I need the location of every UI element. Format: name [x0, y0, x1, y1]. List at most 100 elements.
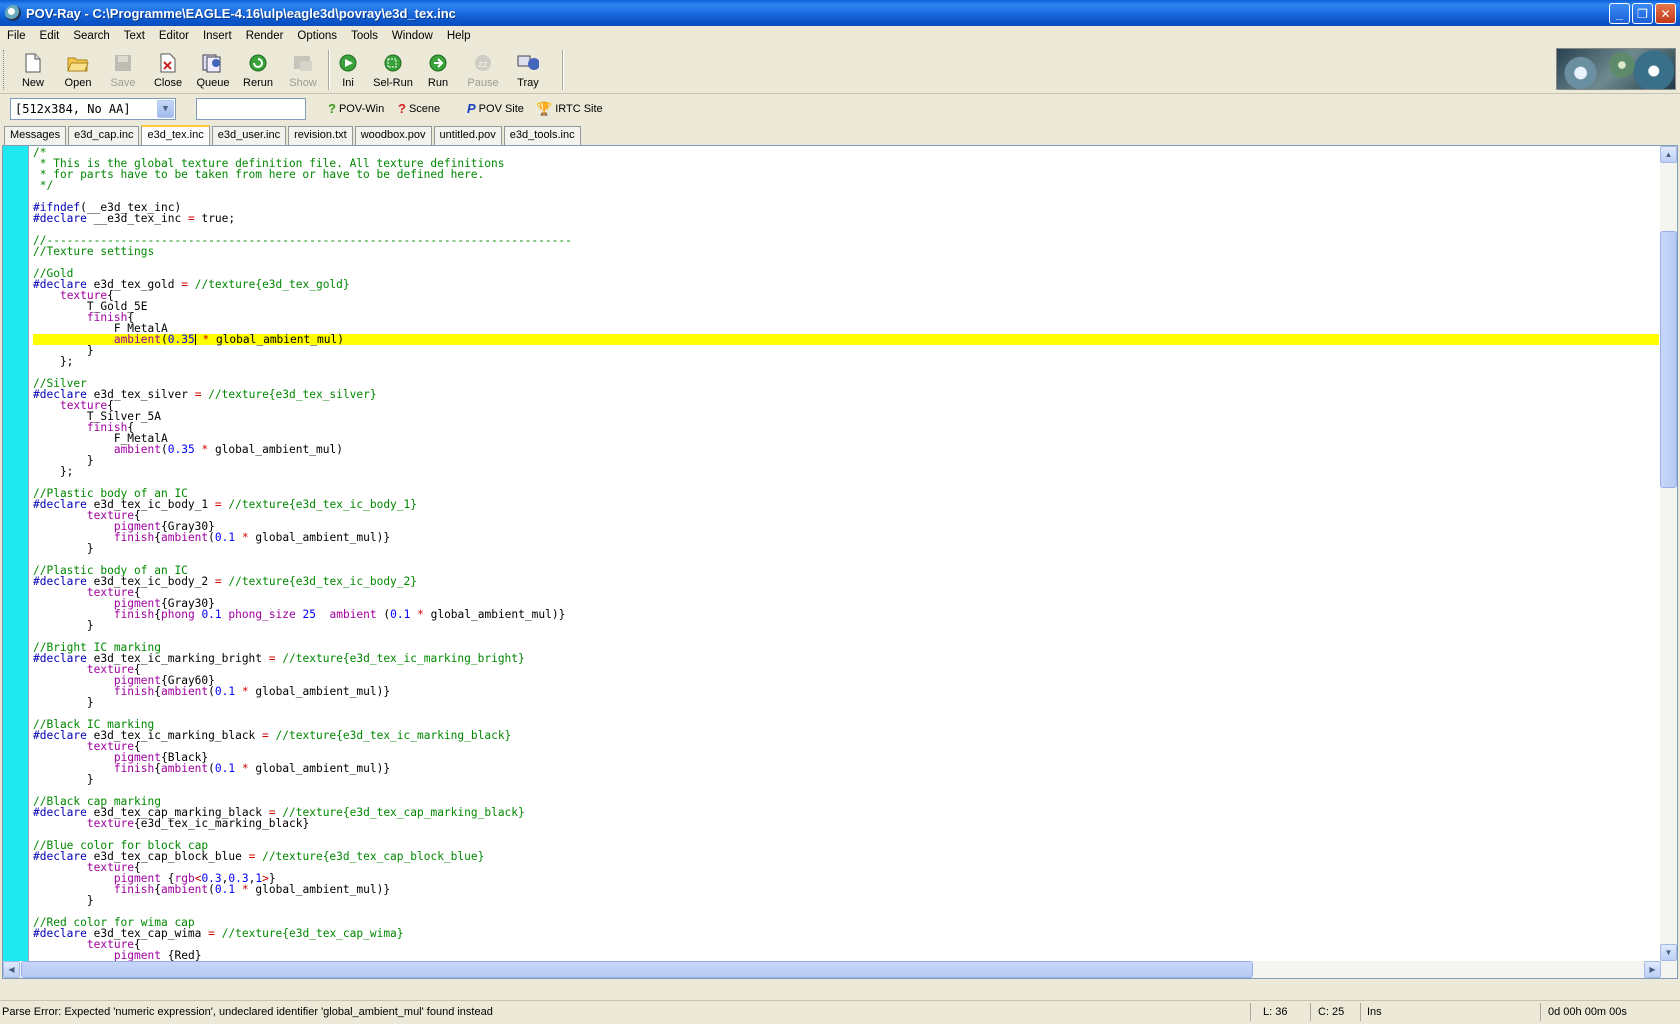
- menu-text[interactable]: Text: [117, 30, 152, 42]
- code-line[interactable]: ​: [33, 191, 1659, 202]
- code-line[interactable]: #declare e3d_tex_ic_marking_black = //te…: [33, 730, 1659, 741]
- code-line[interactable]: texture{: [33, 741, 1659, 752]
- code-line-current[interactable]: ambient(0.35 * global_ambient_mul): [33, 334, 1659, 345]
- scroll-left-icon[interactable]: ◀: [3, 961, 20, 978]
- code-line[interactable]: * for parts have to be taken from here o…: [33, 169, 1659, 180]
- code-line[interactable]: finish{ambient(0.1 * global_ambient_mul)…: [33, 884, 1659, 895]
- queue-button[interactable]: Queue: [192, 49, 234, 91]
- maximize-button[interactable]: ❐: [1632, 3, 1653, 24]
- menu-help[interactable]: Help: [440, 30, 478, 42]
- code-line[interactable]: #declare __e3d_tex_inc = true;: [33, 213, 1659, 224]
- code-line[interactable]: //Texture settings: [33, 246, 1659, 257]
- pov-win-help-button[interactable]: ? POV-Win: [328, 101, 384, 116]
- menu-file[interactable]: File: [0, 30, 33, 42]
- code-line[interactable]: T_Silver_5A: [33, 411, 1659, 422]
- tab-e3d-tex[interactable]: e3d_tex.inc: [141, 125, 210, 145]
- code-line[interactable]: ​: [33, 906, 1659, 917]
- rerun-button[interactable]: Rerun: [237, 49, 279, 91]
- minimize-button[interactable]: _: [1609, 3, 1630, 24]
- horizontal-scroll-thumb[interactable]: [21, 961, 1253, 978]
- code-line[interactable]: */: [33, 180, 1659, 191]
- run-button[interactable]: Run: [417, 49, 459, 91]
- code-line[interactable]: #declare e3d_tex_ic_marking_bright = //t…: [33, 653, 1659, 664]
- vertical-scrollbar[interactable]: ▲ ▼: [1660, 146, 1677, 978]
- scene-help-button[interactable]: ? Scene: [398, 101, 440, 116]
- code-line[interactable]: #declare e3d_tex_cap_block_blue = //text…: [33, 851, 1659, 862]
- command-input[interactable]: [196, 98, 306, 120]
- code-line[interactable]: finish{ambient(0.1 * global_ambient_mul)…: [33, 763, 1659, 774]
- open-button[interactable]: Open: [57, 49, 99, 91]
- code-line[interactable]: texture{: [33, 290, 1659, 301]
- menu-options[interactable]: Options: [290, 30, 344, 42]
- editor-gutter[interactable]: [3, 146, 29, 978]
- pause-button[interactable]: zz Pause: [462, 49, 504, 91]
- resolution-select[interactable]: [512x384, No AA] ▼: [10, 98, 176, 120]
- code-line[interactable]: texture{: [33, 510, 1659, 521]
- code-line[interactable]: #declare e3d_tex_ic_body_1 = //texture{e…: [33, 499, 1659, 510]
- code-line[interactable]: texture{e3d_tex_ic_marking_black}: [33, 818, 1659, 829]
- tab-e3d-cap[interactable]: e3d_cap.inc: [68, 126, 140, 145]
- tab-messages[interactable]: Messages: [4, 126, 67, 145]
- code-line[interactable]: ​: [33, 554, 1659, 565]
- code-line[interactable]: };: [33, 466, 1659, 477]
- code-line[interactable]: texture{: [33, 400, 1659, 411]
- menu-edit[interactable]: Edit: [33, 30, 67, 42]
- code-line[interactable]: ​: [33, 257, 1659, 268]
- code-line[interactable]: }: [33, 543, 1659, 554]
- tab-e3d-user[interactable]: e3d_user.inc: [211, 126, 287, 145]
- code-line[interactable]: finish{ambient(0.1 * global_ambient_mul)…: [33, 532, 1659, 543]
- code-line[interactable]: ambient(0.35 * global_ambient_mul): [33, 444, 1659, 455]
- close-button[interactable]: ✕: [1655, 3, 1676, 24]
- code-line[interactable]: }: [33, 455, 1659, 466]
- code-line[interactable]: texture{: [33, 862, 1659, 873]
- menu-insert[interactable]: Insert: [196, 30, 239, 42]
- vertical-scroll-thumb[interactable]: [1660, 231, 1677, 488]
- chevron-down-icon[interactable]: ▼: [157, 100, 174, 118]
- code-line[interactable]: texture{: [33, 587, 1659, 598]
- show-button[interactable]: Show: [282, 49, 324, 91]
- save-button[interactable]: Save: [102, 49, 144, 91]
- code-line[interactable]: }: [33, 697, 1659, 708]
- code-line[interactable]: ​: [33, 477, 1659, 488]
- tab-revision[interactable]: revision.txt: [288, 126, 353, 145]
- tab-woodbox[interactable]: woodbox.pov: [354, 126, 432, 145]
- scroll-right-icon[interactable]: ▶: [1644, 961, 1661, 978]
- code-line[interactable]: }: [33, 774, 1659, 785]
- new-button[interactable]: New: [12, 49, 54, 91]
- code-line[interactable]: texture{: [33, 939, 1659, 950]
- close-file-button[interactable]: Close: [147, 49, 189, 91]
- tab-untitled[interactable]: untitled.pov: [433, 126, 502, 145]
- code-line[interactable]: ​: [33, 829, 1659, 840]
- code-line[interactable]: ​: [33, 708, 1659, 719]
- tray-button[interactable]: Tray: [507, 49, 549, 91]
- scroll-up-icon[interactable]: ▲: [1660, 146, 1677, 163]
- menu-editor[interactable]: Editor: [152, 30, 196, 42]
- irtc-site-button[interactable]: 🏆 IRTC Site: [536, 101, 603, 117]
- scroll-down-icon[interactable]: ▼: [1660, 944, 1677, 961]
- code-line[interactable]: }: [33, 620, 1659, 631]
- ini-button[interactable]: Ini: [327, 49, 369, 91]
- code-area[interactable]: /* * This is the global texture definiti…: [33, 147, 1659, 978]
- code-line[interactable]: #ifndef(__e3d_tex_inc): [33, 202, 1659, 213]
- code-line[interactable]: };: [33, 356, 1659, 367]
- code-line[interactable]: }: [33, 895, 1659, 906]
- code-line[interactable]: finish{ambient(0.1 * global_ambient_mul)…: [33, 686, 1659, 697]
- tab-e3d-tools[interactable]: e3d_tools.inc: [503, 126, 581, 145]
- code-line[interactable]: T_Gold_5E: [33, 301, 1659, 312]
- code-line[interactable]: #declare e3d_tex_silver = //texture{e3d_…: [33, 389, 1659, 400]
- menu-search[interactable]: Search: [66, 30, 116, 42]
- pov-site-button[interactable]: P POV Site: [467, 101, 524, 116]
- code-line[interactable]: texture{: [33, 664, 1659, 675]
- code-line[interactable]: ​: [33, 785, 1659, 796]
- toolbar-grip[interactable]: [3, 50, 6, 90]
- code-line[interactable]: #declare e3d_tex_cap_wima = //texture{e3…: [33, 928, 1659, 939]
- code-line[interactable]: //--------------------------------------…: [33, 235, 1659, 246]
- code-line[interactable]: finish{phong 0.1 phong_size 25 ambient (…: [33, 609, 1659, 620]
- menu-render[interactable]: Render: [239, 30, 291, 42]
- code-line[interactable]: #declare e3d_tex_gold = //texture{e3d_te…: [33, 279, 1659, 290]
- code-line[interactable]: finish{: [33, 422, 1659, 433]
- horizontal-scrollbar[interactable]: ◀ ▶: [3, 961, 1661, 978]
- code-line[interactable]: finish{: [33, 312, 1659, 323]
- menu-tools[interactable]: Tools: [344, 30, 385, 42]
- pov-ray-app-icon[interactable]: [5, 5, 21, 21]
